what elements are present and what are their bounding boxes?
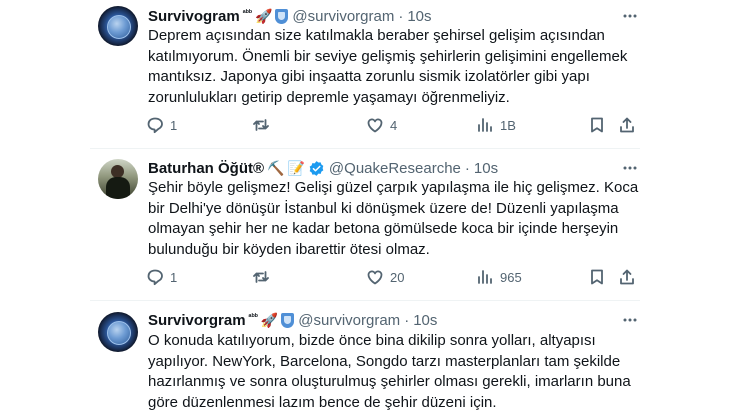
verified-badge-icon xyxy=(309,160,324,176)
timestamp[interactable]: 10s xyxy=(407,8,431,25)
more-icon[interactable] xyxy=(620,158,640,178)
bookmark-icon xyxy=(591,117,603,133)
tweet-text: Şehir böyle gelişmez! Gelişi güzel çarpı… xyxy=(148,179,639,258)
author-name[interactable]: Survivorgram xyxy=(148,312,246,329)
avatar[interactable] xyxy=(98,159,138,199)
rocket-icon: 🚀 xyxy=(260,312,279,328)
shield-icon xyxy=(275,8,289,24)
tweet-text: Deprem açısından size katılmakla beraber… xyxy=(148,27,628,106)
heart-icon xyxy=(367,118,383,133)
reply-button[interactable]: 1 xyxy=(146,267,177,287)
tweet-text: O konuda katılıyorum, bizde önce bina di… xyxy=(148,332,631,411)
action-bar: 1 4 1B xyxy=(146,115,636,135)
divider xyxy=(90,300,640,301)
tweet-header: Survivorgram ᵃᵇᵇ 🚀 @survivorgram · 10s xyxy=(148,310,437,330)
reply-button[interactable]: 1 xyxy=(146,115,177,135)
abb-label: ᵃᵇᵇ xyxy=(242,7,252,17)
abb-label: ᵃᵇᵇ xyxy=(248,311,258,321)
views-count: 965 xyxy=(500,269,522,285)
retweet-button[interactable] xyxy=(252,115,270,135)
shield-icon xyxy=(281,312,295,328)
author-handle[interactable]: @QuakeResearche xyxy=(329,160,461,177)
share-button[interactable] xyxy=(618,267,636,287)
tweet-header: Baturhan Öğüt® ⛏️ 📝 @QuakeResearche · 10… xyxy=(148,158,498,178)
bookmark-button[interactable] xyxy=(588,267,606,287)
retweet-button[interactable] xyxy=(252,267,270,287)
reply-icon xyxy=(147,117,163,134)
views-count: 1B xyxy=(500,117,516,133)
author-name[interactable]: Baturhan Öğüt® xyxy=(148,160,264,177)
separator-dot: · xyxy=(404,311,410,329)
retweet-icon xyxy=(253,271,269,283)
bookmark-icon xyxy=(591,269,603,285)
reply-icon xyxy=(147,269,163,286)
pick-icon: ⛏️ xyxy=(267,160,285,176)
timestamp[interactable]: 10s xyxy=(474,160,498,177)
bookmark-button[interactable] xyxy=(588,115,606,135)
more-icon[interactable] xyxy=(620,6,640,26)
author-name[interactable]: Survivogram xyxy=(148,8,240,25)
views-button[interactable]: 965 xyxy=(476,267,522,287)
divider xyxy=(90,148,640,149)
like-count: 20 xyxy=(390,269,405,285)
separator-dot: · xyxy=(464,159,470,177)
separator-dot: · xyxy=(398,7,404,25)
rocket-icon: 🚀 xyxy=(254,8,273,24)
memo-icon: 📝 xyxy=(287,160,305,176)
share-icon xyxy=(620,269,634,285)
share-icon xyxy=(620,117,634,133)
views-button[interactable]: 1B xyxy=(476,115,516,135)
tweet-header: Survivogram ᵃᵇᵇ 🚀 @survivorgram · 10s xyxy=(148,6,432,26)
views-icon xyxy=(478,270,492,284)
share-button[interactable] xyxy=(618,115,636,135)
timestamp[interactable]: 10s xyxy=(413,312,437,329)
more-icon[interactable] xyxy=(620,310,640,330)
action-bar: 1 20 965 xyxy=(146,267,636,287)
author-handle[interactable]: @survivorgram xyxy=(298,312,400,329)
avatar[interactable] xyxy=(98,312,138,352)
like-button[interactable]: 20 xyxy=(366,267,404,287)
reply-count: 1 xyxy=(170,269,178,285)
heart-icon xyxy=(367,270,383,285)
retweet-icon xyxy=(253,119,269,131)
like-button[interactable]: 4 xyxy=(366,115,397,135)
reply-count: 1 xyxy=(170,117,178,133)
author-handle[interactable]: @survivorgram xyxy=(292,8,394,25)
avatar[interactable] xyxy=(98,6,138,46)
views-icon xyxy=(478,118,492,132)
like-count: 4 xyxy=(390,117,398,133)
